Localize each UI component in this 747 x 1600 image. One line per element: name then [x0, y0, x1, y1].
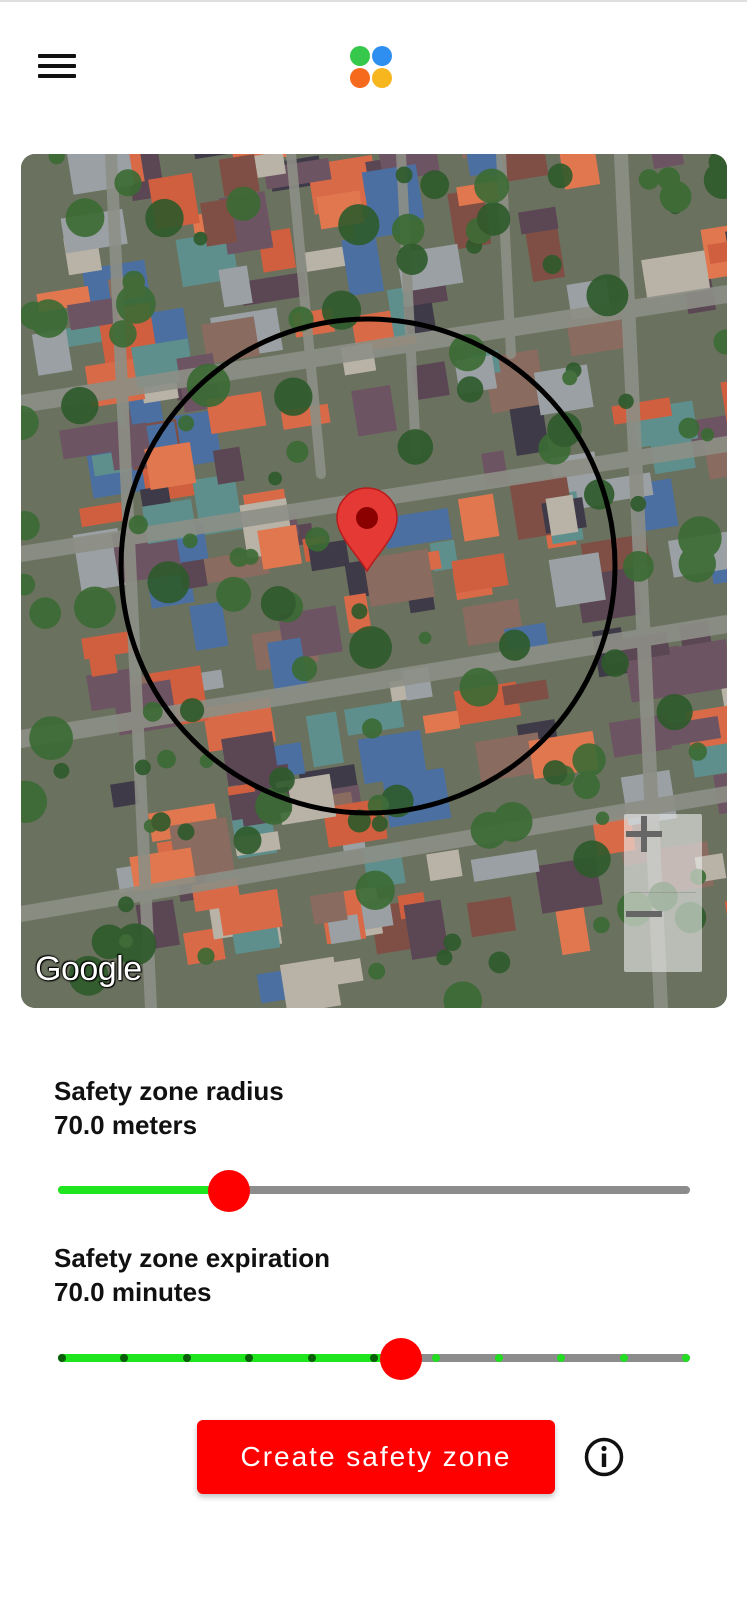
- app-logo-icon: [350, 46, 394, 90]
- plus-icon: [626, 816, 662, 852]
- slider-tick: [307, 1354, 316, 1362]
- slider-tick: [682, 1354, 690, 1362]
- radius-slider-fill: [58, 1186, 229, 1194]
- status-divider: [0, 0, 747, 2]
- info-icon: [584, 1437, 624, 1477]
- logo-dot-orange: [350, 68, 370, 88]
- radius-value: 70.0 meters: [54, 1110, 198, 1140]
- minus-icon: [626, 911, 662, 917]
- expiration-title: Safety zone expiration: [54, 1243, 330, 1273]
- slider-tick: [494, 1354, 503, 1362]
- expiration-slider-fill: [58, 1354, 401, 1362]
- zoom-out-button[interactable]: [624, 894, 702, 972]
- radius-title: Safety zone radius: [54, 1076, 284, 1106]
- info-button[interactable]: [584, 1437, 624, 1477]
- radius-slider[interactable]: [58, 1170, 690, 1212]
- expiration-slider[interactable]: [58, 1338, 690, 1380]
- zoom-in-button[interactable]: [624, 814, 702, 892]
- zoom-divider: [630, 892, 696, 893]
- logo-dot-green: [350, 46, 370, 66]
- expiration-value: 70.0 minutes: [54, 1277, 212, 1307]
- map-imagery: [21, 154, 727, 1008]
- slider-tick: [370, 1354, 378, 1362]
- radius-slider-thumb[interactable]: [208, 1170, 250, 1212]
- hamburger-menu-icon[interactable]: [38, 50, 78, 82]
- logo-dot-yellow: [372, 68, 392, 88]
- zoom-controls: [624, 814, 702, 972]
- slider-tick: [619, 1354, 628, 1362]
- create-safety-zone-button[interactable]: Create safety zone: [197, 1420, 555, 1494]
- expiration-slider-thumb[interactable]: [380, 1338, 422, 1380]
- slider-tick: [182, 1354, 191, 1362]
- satellite-map[interactable]: Google: [21, 154, 727, 1008]
- google-attribution: Google: [35, 950, 142, 988]
- slider-tick: [58, 1354, 66, 1362]
- logo-dot-blue: [372, 46, 392, 66]
